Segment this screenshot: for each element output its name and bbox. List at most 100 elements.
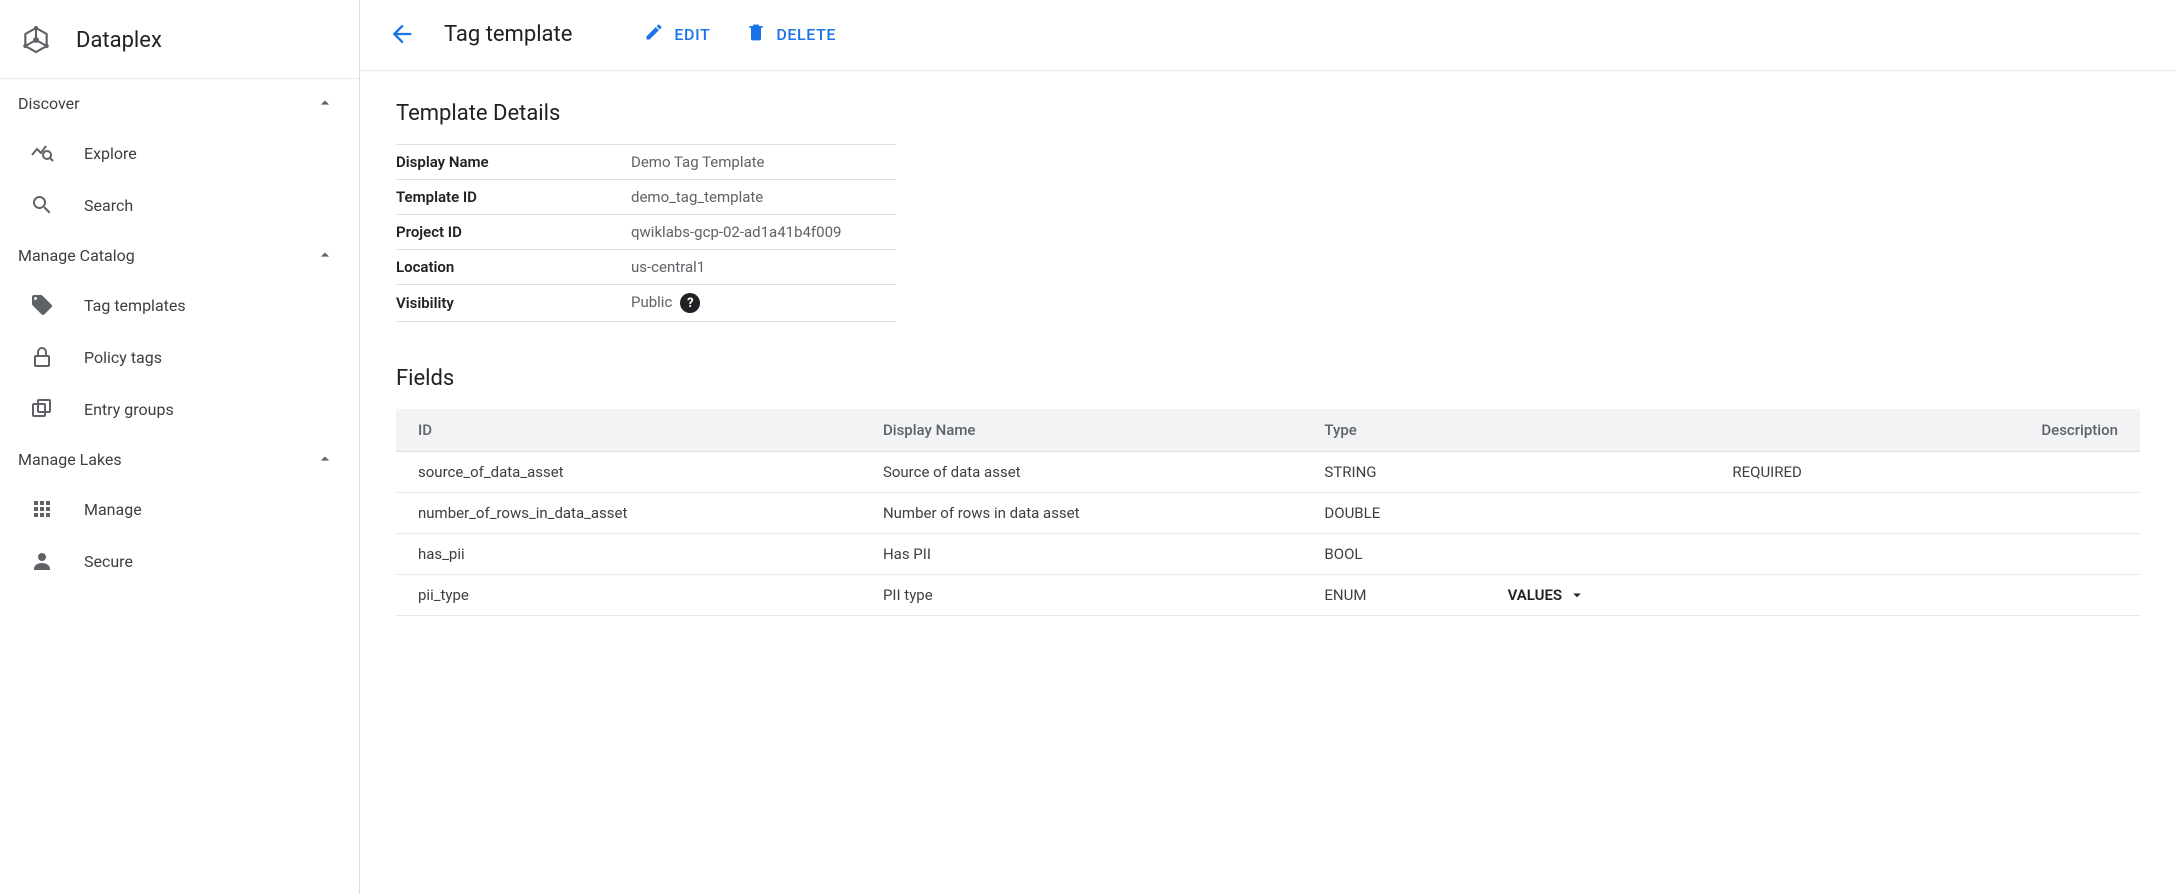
search-icon [30,193,54,217]
fields-column-header: ID [396,409,861,452]
details-value: Demo Tag Template [631,145,896,180]
lock-icon [30,345,54,369]
details-value: demo_tag_template [631,180,896,215]
field-display-name: Has PII [861,534,1302,575]
details-value: us-central1 [631,250,896,285]
help-icon[interactable]: ? [680,293,700,313]
details-heading: Template Details [396,101,2140,126]
field-values-cell: VALUES [1486,575,1711,616]
entry-groups-icon [30,397,54,421]
details-value: qwiklabs-gcp-02-ad1a41b4f009 [631,215,896,250]
details-row: VisibilityPublic? [396,285,896,322]
field-description [1919,534,2140,575]
brand-name: Dataplex [76,28,162,53]
sidebar-item-search[interactable]: Search [0,179,359,231]
details-row: Project IDqwiklabs-gcp-02-ad1a41b4f009 [396,215,896,250]
nav-label: Manage [84,500,142,519]
details-table: Display NameDemo Tag TemplateTemplate ID… [396,144,896,322]
fields-table: IDDisplay NameType Description source_of_… [396,409,2140,616]
field-values-cell [1486,493,1711,534]
delete-button[interactable]: DELETE [742,16,840,52]
details-row: Display NameDemo Tag Template [396,145,896,180]
topbar: Tag template EDIT DELETE [360,0,2176,71]
field-id: source_of_data_asset [396,452,861,493]
nav-label: Policy tags [84,348,162,367]
field-display-name: Number of rows in data asset [861,493,1302,534]
details-row: Template IDdemo_tag_template [396,180,896,215]
table-row: number_of_rows_in_data_assetNumber of ro… [396,493,2140,534]
sidebar-item-explore[interactable]: Explore [0,127,359,179]
field-description [1919,452,2140,493]
field-id: number_of_rows_in_data_asset [396,493,861,534]
nav-label: Secure [84,552,133,571]
sidebar-item-tag-templates[interactable]: Tag templates [0,279,359,331]
details-label: Location [396,250,631,285]
field-required-cell [1710,534,1918,575]
back-button[interactable] [388,20,416,48]
field-required-cell: REQUIRED [1710,452,1918,493]
tag-icon [30,293,54,317]
details-value: Public? [631,285,896,322]
fields-column-header [1710,409,1918,452]
nav-label: Entry groups [84,400,174,419]
content: Template Details Display NameDemo Tag Te… [360,71,2176,646]
sidebar-item-entry-groups[interactable]: Entry groups [0,383,359,435]
field-required-cell [1710,575,1918,616]
field-type: ENUM [1302,575,1485,616]
sidebar-section-manage-lakes[interactable]: Manage Lakes [0,435,359,483]
field-description [1919,575,2140,616]
values-dropdown[interactable]: VALUES [1508,586,1587,604]
field-description [1919,493,2140,534]
details-label: Visibility [396,285,631,322]
table-row: source_of_data_assetSource of data asset… [396,452,2140,493]
table-row: pii_typePII typeENUM VALUES [396,575,2140,616]
field-id: pii_type [396,575,861,616]
field-type: DOUBLE [1302,493,1485,534]
sidebar-section-manage-catalog[interactable]: Manage Catalog [0,231,359,279]
edit-icon [644,22,664,46]
field-display-name: PII type [861,575,1302,616]
explore-icon [30,141,54,165]
page-title: Tag template [444,22,572,47]
main: Tag template EDIT DELETE Template Detail… [360,0,2176,894]
field-values-cell [1486,452,1711,493]
dataplex-icon [20,24,52,56]
field-type: BOOL [1302,534,1485,575]
nav-label: Tag templates [84,296,186,315]
sidebar-section-discover[interactable]: Discover [0,79,359,127]
brand[interactable]: Dataplex [0,12,359,79]
field-values-cell [1486,534,1711,575]
fields-column-header: Description [1919,409,2140,452]
section-label: Discover [18,94,80,113]
edit-label: EDIT [674,25,710,44]
details-label: Template ID [396,180,631,215]
section-label: Manage Catalog [18,246,135,265]
delete-icon [746,22,766,46]
details-label: Project ID [396,215,631,250]
fields-column-header [1486,409,1711,452]
sidebar-item-secure[interactable]: Secure [0,535,359,587]
edit-button[interactable]: EDIT [640,16,714,52]
field-type: STRING [1302,452,1485,493]
sidebar-item-manage[interactable]: Manage [0,483,359,535]
sidebar-item-policy-tags[interactable]: Policy tags [0,331,359,383]
field-required-cell [1710,493,1918,534]
delete-label: DELETE [776,25,836,44]
nav-label: Search [84,196,133,215]
person-icon [30,549,54,573]
fields-heading: Fields [396,366,2140,391]
details-row: Locationus-central1 [396,250,896,285]
field-display-name: Source of data asset [861,452,1302,493]
field-id: has_pii [396,534,861,575]
nav-label: Explore [84,144,137,163]
fields-column-header: Display Name [861,409,1302,452]
chevron-up-icon [315,449,335,469]
grid-icon [30,497,54,521]
table-row: has_piiHas PIIBOOL [396,534,2140,575]
fields-column-header: Type [1302,409,1485,452]
sidebar: Dataplex Discover Explore Search [0,0,360,894]
section-label: Manage Lakes [18,450,122,469]
chevron-up-icon [315,93,335,113]
details-label: Display Name [396,145,631,180]
chevron-up-icon [315,245,335,265]
